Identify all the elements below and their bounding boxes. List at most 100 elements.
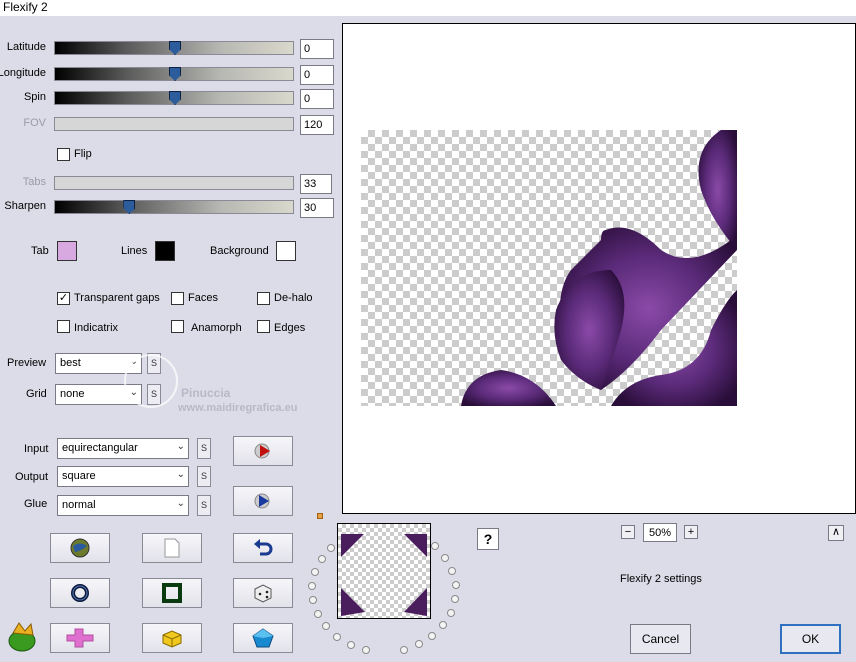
indicatrix-checkbox[interactable] — [57, 320, 70, 333]
lines-color-swatch[interactable] — [155, 241, 175, 261]
glue-label: Glue — [24, 498, 48, 510]
navigator-dot[interactable] — [346, 640, 355, 649]
collapse-button[interactable]: ∧ — [828, 525, 844, 541]
spin-label: Spin — [23, 91, 46, 103]
longitude-slider-thumb[interactable] — [169, 67, 181, 81]
output-select[interactable]: square ⌄ — [57, 466, 189, 487]
fov-value-input[interactable]: 120 — [300, 115, 334, 135]
latitude-slider[interactable] — [54, 41, 294, 55]
navigator-dot[interactable] — [313, 610, 322, 619]
sharpen-slider[interactable] — [54, 200, 294, 214]
navigator-dot[interactable] — [451, 594, 460, 603]
sharpen-label: Sharpen — [4, 200, 46, 212]
spin-value-input[interactable]: 0 — [300, 89, 334, 109]
faces-label: Faces — [188, 292, 218, 304]
square-frame-button[interactable] — [142, 578, 202, 608]
tab-color-swatch[interactable] — [57, 241, 77, 261]
navigator-dot[interactable] — [431, 542, 440, 551]
edges-label: Edges — [274, 322, 306, 334]
new-page-button[interactable] — [142, 533, 202, 563]
input-label: Input — [24, 443, 49, 455]
background-color-swatch[interactable] — [276, 241, 296, 261]
faces-checkbox[interactable] — [171, 292, 184, 305]
input-s-button[interactable]: S — [197, 438, 211, 459]
help-button[interactable]: ? — [477, 528, 499, 550]
navigator-dot[interactable] — [362, 646, 371, 655]
preview-label: Preview — [7, 357, 47, 369]
sharpen-slider-thumb[interactable] — [123, 200, 136, 214]
cube-button[interactable] — [142, 623, 202, 653]
cancel-button[interactable]: Cancel — [630, 624, 691, 654]
cross-shape-button[interactable] — [50, 623, 110, 653]
navigator-thumbnail[interactable] — [337, 523, 431, 619]
navigator-dot[interactable] — [321, 622, 330, 631]
transparent-gaps-checkbox[interactable]: ✓ — [57, 292, 70, 305]
navigator-dot[interactable] — [311, 568, 320, 577]
edges-checkbox[interactable] — [257, 320, 270, 333]
transparent-gaps-label: Transparent gaps — [74, 292, 160, 304]
tab-color-label: Tab — [31, 245, 49, 257]
zoom-out-button[interactable]: − — [621, 525, 635, 539]
glue-select[interactable]: normal ⌄ — [57, 495, 189, 516]
output-select-value: square — [62, 470, 96, 482]
dice-icon — [254, 584, 272, 603]
glue-s-button[interactable]: S — [197, 495, 211, 516]
window-title: Flexify 2 — [0, 0, 856, 16]
ring-icon — [71, 584, 89, 602]
output-s-button[interactable]: S — [197, 466, 211, 487]
status-text: Flexify 2 settings — [620, 573, 702, 585]
navigator-dot[interactable] — [415, 640, 424, 649]
navigator-dot[interactable] — [308, 582, 317, 591]
preview-image — [361, 130, 836, 406]
latitude-slider-thumb[interactable] — [169, 41, 181, 55]
grid-select-value: none — [60, 388, 85, 400]
watermark-logo — [124, 354, 178, 408]
zoom-value[interactable]: 50% — [643, 523, 677, 542]
watermark-line1: Pinuccia — [181, 386, 231, 400]
chevron-down-icon: ⌄ — [176, 469, 185, 480]
flip-checkbox[interactable] — [57, 148, 70, 161]
square-frame-icon — [162, 583, 182, 603]
cube-icon — [162, 630, 182, 648]
pentagon-icon — [252, 628, 274, 648]
navigator-dot[interactable] — [451, 580, 460, 589]
ok-button[interactable]: OK — [780, 624, 841, 654]
morph-button[interactable] — [233, 486, 293, 516]
preview-canvas[interactable] — [342, 23, 856, 514]
navigator-dot[interactable] — [441, 553, 450, 562]
navigator-dot[interactable] — [428, 631, 437, 640]
tabs-value-input[interactable]: 33 — [300, 174, 332, 194]
navigator-dot[interactable] — [399, 645, 408, 654]
sharpen-value-input[interactable]: 30 — [300, 198, 334, 218]
navigator-dot[interactable] — [309, 596, 318, 605]
navigator-dot[interactable] — [327, 543, 336, 552]
longitude-value-input[interactable]: 0 — [300, 65, 334, 85]
indicatrix-label: Indicatrix — [74, 322, 119, 334]
spin-slider-thumb[interactable] — [169, 91, 181, 105]
globe-button[interactable] — [50, 533, 110, 563]
navigator-dot[interactable] — [439, 621, 448, 630]
input-select[interactable]: equirectangular ⌄ — [57, 438, 189, 459]
navigator-dot[interactable] — [447, 608, 456, 617]
de-halo-checkbox[interactable] — [257, 292, 270, 305]
latitude-value-input[interactable]: 0 — [300, 39, 334, 59]
navigator-dot[interactable] — [448, 566, 457, 575]
chevron-down-icon: ⌄ — [176, 441, 185, 452]
cross-shape-icon — [66, 628, 94, 648]
zoom-in-button[interactable]: + — [684, 525, 698, 539]
navigator-dot[interactable] — [317, 555, 326, 564]
plugin-logo-icon — [8, 622, 36, 652]
pentagon-button[interactable] — [233, 623, 293, 653]
grid-label: Grid — [26, 388, 47, 400]
ring-button[interactable] — [50, 578, 110, 608]
undo-button[interactable] — [233, 533, 293, 563]
random-button[interactable] — [233, 578, 293, 608]
render-button[interactable] — [233, 436, 293, 466]
anamorph-checkbox[interactable] — [171, 320, 184, 333]
spin-slider[interactable] — [54, 91, 294, 105]
navigator-dot[interactable] — [332, 632, 341, 641]
tabs-label: Tabs — [22, 176, 46, 188]
longitude-slider[interactable] — [54, 67, 294, 81]
navigator-marker-icon — [317, 513, 323, 519]
de-halo-label: De-halo — [274, 292, 313, 304]
